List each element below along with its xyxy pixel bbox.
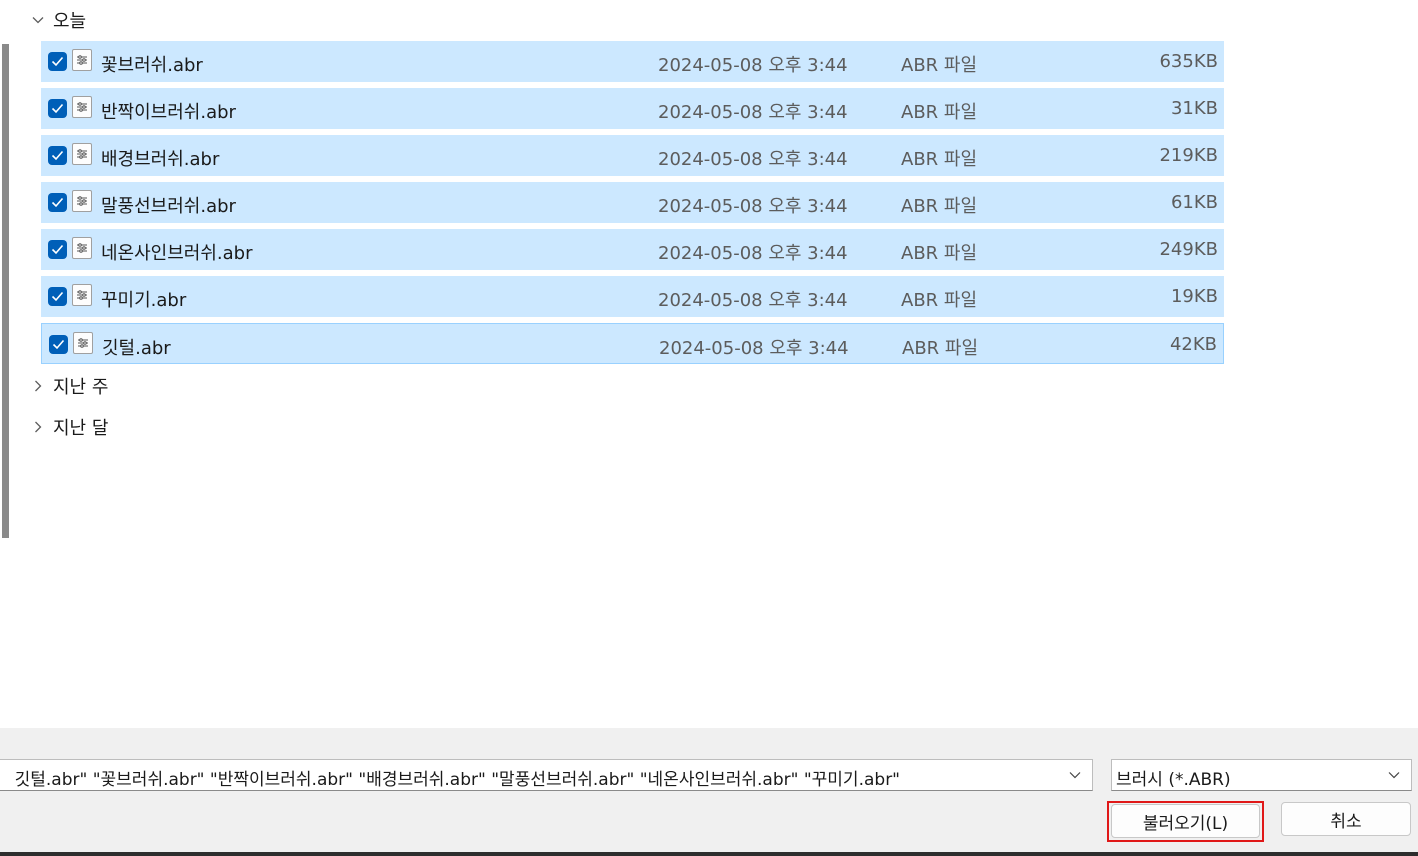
- open-button[interactable]: 불러오기(L): [1111, 804, 1260, 838]
- file-row[interactable]: 깃털.abr 2024-05-08 오후 3:44 ABR 파일 42KB: [41, 323, 1224, 364]
- file-size: 219KB: [1159, 145, 1218, 166]
- file-name-input[interactable]: 깃털.abr" "꽃브러쉬.abr" "반짝이브러쉬.abr" "배경브러쉬.a…: [15, 765, 900, 790]
- file-date: 2024-05-08 오후 3:44: [658, 102, 848, 123]
- file-size: 19KB: [1170, 286, 1218, 307]
- checkmark-icon: [51, 56, 64, 67]
- file-row[interactable]: 반짝이브러쉬.abr 2024-05-08 오후 3:44 ABR 파일 31K…: [41, 88, 1224, 129]
- file-row[interactable]: 네온사인브러쉬.abr 2024-05-08 오후 3:44 ABR 파일 24…: [41, 229, 1224, 270]
- group-header-today[interactable]: 오늘: [30, 7, 86, 33]
- file-type: ABR 파일: [902, 338, 979, 359]
- file-date: 2024-05-08 오후 3:44: [658, 149, 848, 170]
- file-date: 2024-05-08 오후 3:44: [658, 196, 848, 217]
- brush-file-icon: [72, 237, 92, 259]
- group-header-last-week[interactable]: 지난 주: [30, 373, 108, 399]
- file-row[interactable]: 꾸미기.abr 2024-05-08 오후 3:44 ABR 파일 19KB: [41, 276, 1224, 317]
- file-row[interactable]: 꽃브러쉬.abr 2024-05-08 오후 3:44 ABR 파일 635KB: [41, 41, 1224, 82]
- row-checkbox[interactable]: [48, 193, 67, 212]
- row-checkbox[interactable]: [48, 99, 67, 118]
- file-size: 42KB: [1169, 334, 1217, 355]
- file-type-filter-select[interactable]: 브러시 (*.ABR): [1111, 759, 1412, 791]
- chevron-down-icon[interactable]: [1068, 770, 1082, 780]
- checkmark-icon: [51, 150, 64, 161]
- brush-file-icon: [72, 190, 92, 212]
- chevron-down-icon: [32, 17, 44, 24]
- file-row[interactable]: 배경브러쉬.abr 2024-05-08 오후 3:44 ABR 파일 219K…: [41, 135, 1224, 176]
- row-checkbox[interactable]: [48, 146, 67, 165]
- file-type: ABR 파일: [901, 196, 978, 217]
- file-name: 네온사인브러쉬.abr: [101, 243, 253, 264]
- file-type: ABR 파일: [901, 102, 978, 123]
- vertical-scrollbar-thumb[interactable]: [2, 44, 9, 538]
- cancel-button[interactable]: 취소: [1281, 802, 1411, 836]
- file-size: 635KB: [1159, 51, 1218, 72]
- group-label-last-month: 지난 달: [53, 418, 109, 439]
- window-bottom-edge: [0, 852, 1418, 856]
- checkmark-icon: [51, 244, 64, 255]
- file-size: 31KB: [1170, 98, 1218, 119]
- brush-file-icon: [72, 143, 92, 165]
- file-name: 꾸미기.abr: [101, 290, 187, 311]
- file-date: 2024-05-08 오후 3:44: [658, 55, 848, 76]
- group-label-last-week: 지난 주: [53, 377, 109, 398]
- brush-file-icon: [72, 49, 92, 71]
- file-name: 말풍선브러쉬.abr: [101, 196, 236, 217]
- file-name: 꽃브러쉬.abr: [101, 55, 203, 76]
- row-checkbox[interactable]: [48, 287, 67, 306]
- brush-file-icon: [72, 284, 92, 306]
- group-header-last-month[interactable]: 지난 달: [30, 414, 108, 440]
- row-checkbox[interactable]: [48, 240, 67, 259]
- file-type: ABR 파일: [901, 149, 978, 170]
- file-type: ABR 파일: [901, 290, 978, 311]
- file-date: 2024-05-08 오후 3:44: [658, 243, 848, 264]
- file-name-combobox[interactable]: 깃털.abr" "꽃브러쉬.abr" "반짝이브러쉬.abr" "배경브러쉬.a…: [0, 759, 1093, 791]
- checkmark-icon: [51, 197, 64, 208]
- file-size: 61KB: [1170, 192, 1218, 213]
- file-date: 2024-05-08 오후 3:44: [659, 338, 849, 359]
- checkmark-icon: [51, 103, 64, 114]
- file-size: 249KB: [1159, 239, 1218, 260]
- checkmark-icon: [51, 291, 64, 302]
- row-checkbox[interactable]: [49, 335, 68, 354]
- brush-file-icon: [72, 96, 92, 118]
- file-type: ABR 파일: [901, 55, 978, 76]
- file-type-filter-value: 브러시 (*.ABR): [1116, 770, 1231, 790]
- row-checkbox[interactable]: [48, 52, 67, 71]
- chevron-right-icon: [35, 421, 42, 433]
- left-gutter: [0, 0, 15, 728]
- file-date: 2024-05-08 오후 3:44: [658, 290, 848, 311]
- chevron-right-icon: [35, 380, 42, 392]
- group-label-today: 오늘: [53, 11, 87, 32]
- file-row[interactable]: 말풍선브러쉬.abr 2024-05-08 오후 3:44 ABR 파일 61K…: [41, 182, 1224, 223]
- chevron-down-icon: [1388, 772, 1400, 779]
- file-name: 반짝이브러쉬.abr: [101, 102, 236, 123]
- file-type: ABR 파일: [901, 243, 978, 264]
- brush-file-icon: [73, 332, 93, 354]
- checkmark-icon: [52, 339, 65, 350]
- file-name: 깃털.abr: [102, 338, 171, 359]
- file-name: 배경브러쉬.abr: [101, 149, 220, 170]
